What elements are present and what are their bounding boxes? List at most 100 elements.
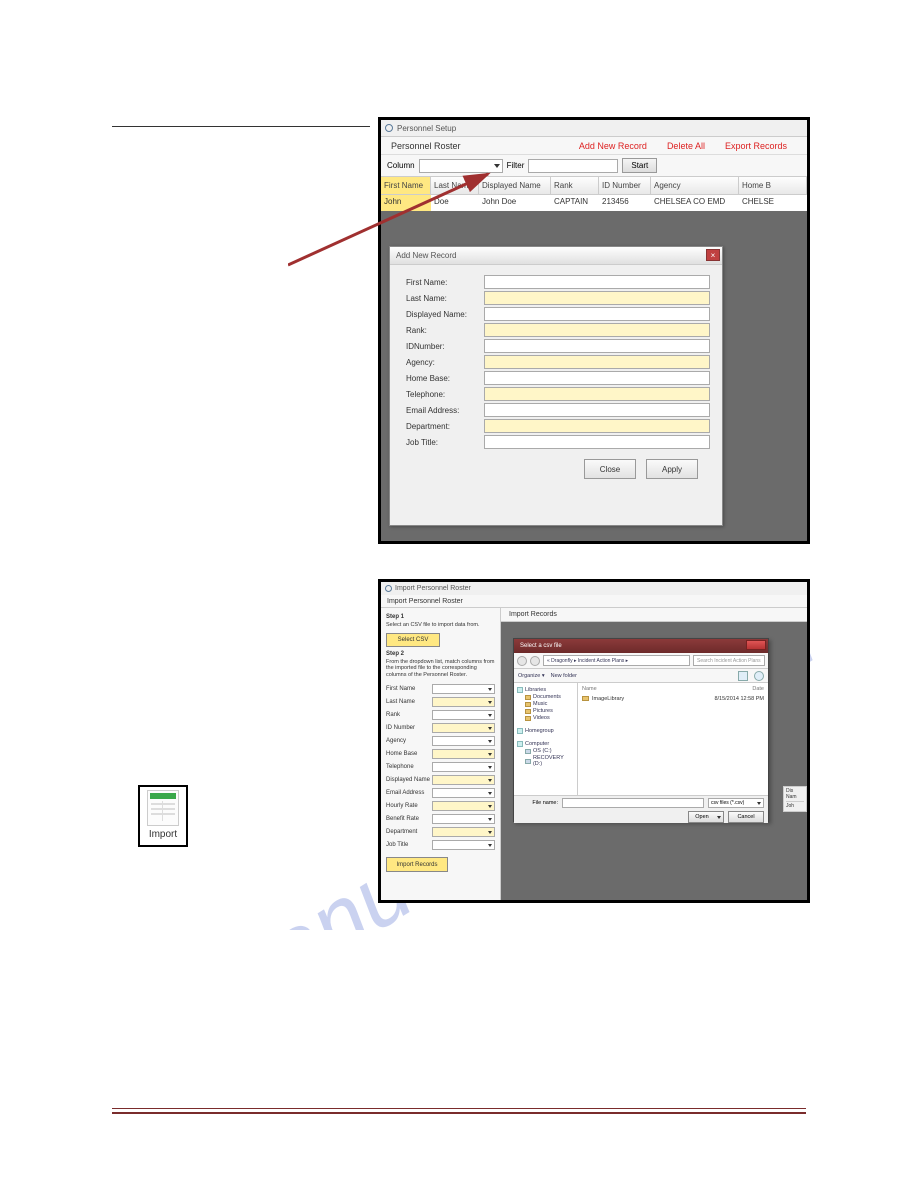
breadcrumb[interactable]: « Dragonfly ▸ Incident Action Plans ▸ xyxy=(543,655,690,666)
column-dropdown[interactable] xyxy=(419,159,503,173)
chevron-down-icon xyxy=(488,766,492,769)
file-list[interactable]: NameDate ImageLibrary 8/15/2014 12:58 PM xyxy=(578,683,768,795)
footer-rule xyxy=(112,1112,806,1114)
displayed-name-field[interactable] xyxy=(484,307,710,321)
chevron-down-icon xyxy=(488,714,492,717)
file-name-input[interactable] xyxy=(562,798,704,808)
step1-text: Select an CSV file to import data from. xyxy=(386,622,495,629)
col-home[interactable]: Home B xyxy=(739,177,807,194)
table-header: First Name Last Name Displayed Name Rank… xyxy=(381,177,807,195)
file-type-dropdown[interactable]: csv files (*.csv) xyxy=(708,798,764,808)
table-row[interactable]: John Doe John Doe CAPTAIN 213456 CHELSEA… xyxy=(381,195,807,211)
view-icon[interactable] xyxy=(738,671,748,681)
open-button[interactable]: Open xyxy=(688,811,724,823)
import-icon[interactable]: Import xyxy=(138,785,188,847)
last-name-field[interactable] xyxy=(484,291,710,305)
map-dd[interactable] xyxy=(432,697,495,707)
window-titlebar: Personnel Setup xyxy=(381,120,807,137)
map-telephone: Telephone xyxy=(386,764,432,770)
cell: John xyxy=(381,195,431,211)
map-dd[interactable] xyxy=(432,775,495,785)
start-button[interactable]: Start xyxy=(622,158,657,173)
import-left-panel: Step 1 Select an CSV file to import data… xyxy=(381,608,501,900)
forward-button[interactable] xyxy=(530,656,540,666)
window-title: Personnel Setup xyxy=(397,124,456,133)
close-icon[interactable]: × xyxy=(706,249,720,261)
filter-label: Filter xyxy=(507,161,525,170)
back-button[interactable] xyxy=(517,656,527,666)
help-icon[interactable] xyxy=(754,671,764,681)
map-dd[interactable] xyxy=(432,762,495,772)
homebase-field[interactable] xyxy=(484,371,710,385)
map-dd[interactable] xyxy=(432,710,495,720)
telephone-field[interactable] xyxy=(484,387,710,401)
step1-label: Step 1 xyxy=(386,614,495,620)
import-icon-label: Import xyxy=(149,829,177,840)
import-window-title: Import Personnel Roster xyxy=(395,585,471,592)
col-last-name[interactable]: Last Name xyxy=(431,177,479,194)
last-name-label: Last Name: xyxy=(406,294,484,303)
map-dept: Department xyxy=(386,829,432,835)
map-dd[interactable] xyxy=(432,840,495,850)
close-icon[interactable] xyxy=(746,640,766,650)
window-titlebar-2: Import Personnel Roster xyxy=(381,582,807,595)
col-displayed-name[interactable]: Displayed Name xyxy=(479,177,551,194)
import-right-title: Import Records xyxy=(501,608,807,622)
col-date[interactable]: Date xyxy=(752,686,764,692)
folder-icon xyxy=(525,709,531,714)
col-id[interactable]: ID Number xyxy=(599,177,651,194)
agency-field[interactable] xyxy=(484,355,710,369)
rank-field[interactable] xyxy=(484,323,710,337)
map-benefit: Benefit Rate xyxy=(386,816,432,822)
first-name-field[interactable] xyxy=(484,275,710,289)
delete-all-link[interactable]: Delete All xyxy=(667,141,705,151)
chevron-down-icon xyxy=(757,802,761,805)
map-dd[interactable] xyxy=(432,749,495,759)
col-rank[interactable]: Rank xyxy=(551,177,599,194)
col-first-name[interactable]: First Name xyxy=(381,177,431,194)
select-csv-button[interactable]: Select CSV xyxy=(386,633,440,647)
map-dd[interactable] xyxy=(432,736,495,746)
close-button[interactable]: Close xyxy=(584,459,636,479)
idnumber-field[interactable] xyxy=(484,339,710,353)
folder-tree[interactable]: Libraries Documents Music Pictures Video… xyxy=(514,683,578,795)
map-dd[interactable] xyxy=(432,801,495,811)
cell: CHELSE xyxy=(739,195,807,211)
map-dd[interactable] xyxy=(432,827,495,837)
filter-input[interactable] xyxy=(528,159,618,173)
computer-icon xyxy=(517,741,523,747)
add-new-record-link[interactable]: Add New Record xyxy=(579,141,647,151)
new-folder-button[interactable]: New folder xyxy=(551,673,577,679)
folder-icon xyxy=(582,696,589,701)
col-name[interactable]: Name xyxy=(582,686,752,692)
apply-button[interactable]: Apply xyxy=(646,459,698,479)
map-dd[interactable] xyxy=(432,788,495,798)
map-jobtitle: Job Title xyxy=(386,842,432,848)
email-field[interactable] xyxy=(484,403,710,417)
drive-icon xyxy=(525,749,531,754)
map-dd[interactable] xyxy=(432,684,495,694)
roster-title: Personnel Roster xyxy=(381,141,579,151)
export-records-link[interactable]: Export Records xyxy=(725,141,787,151)
map-dd[interactable] xyxy=(432,723,495,733)
map-dd[interactable] xyxy=(432,814,495,824)
cell: CHELSEA CO EMD xyxy=(651,195,739,211)
jobtitle-field[interactable] xyxy=(484,435,710,449)
search-input[interactable]: Search Incident Action Plans xyxy=(693,655,765,666)
department-label: Department: xyxy=(406,422,484,431)
dialog-title: Add New Record xyxy=(396,251,456,260)
list-item[interactable]: ImageLibrary 8/15/2014 12:58 PM xyxy=(582,696,764,702)
cell: Doe xyxy=(431,195,479,211)
chevron-down-icon xyxy=(488,753,492,756)
table-stub: Dis Nam Joh xyxy=(783,786,807,812)
chevron-down-icon xyxy=(488,779,492,782)
libraries-icon xyxy=(517,687,523,693)
chevron-down-icon xyxy=(488,740,492,743)
col-agency[interactable]: Agency xyxy=(651,177,739,194)
gear-icon xyxy=(385,585,392,592)
dept-field[interactable] xyxy=(484,419,710,433)
map-agency: Agency xyxy=(386,738,432,744)
organize-menu[interactable]: Organize ▾ xyxy=(518,673,545,679)
cancel-button[interactable]: Cancel xyxy=(728,811,764,823)
import-records-button[interactable]: Import Records xyxy=(386,857,448,872)
